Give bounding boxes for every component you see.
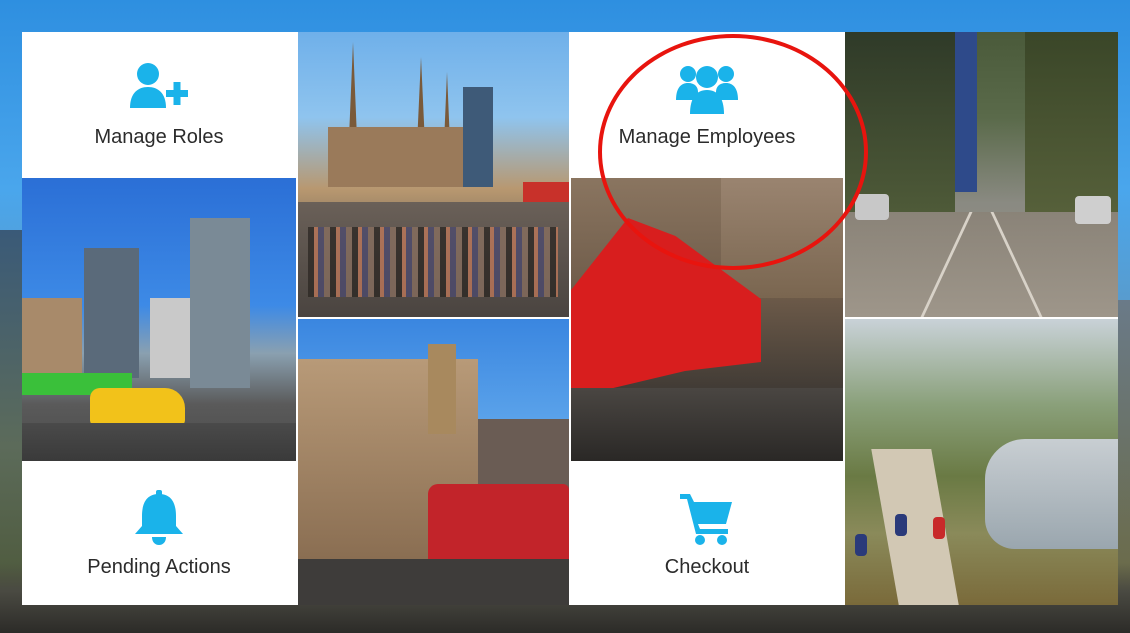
shopping-cart-icon <box>680 493 732 545</box>
yarra-skyline-taxi-photo <box>22 178 296 461</box>
user-plus-icon <box>130 62 188 108</box>
pending-actions-label: Pending Actions <box>87 555 231 578</box>
town-hall-tram-photo <box>298 319 569 605</box>
background-right-edge <box>1116 300 1130 600</box>
pending-actions-tile[interactable]: Pending Actions <box>22 463 296 605</box>
background-left-edge <box>0 230 22 590</box>
manage-employees-tile[interactable]: Manage Employees <box>571 32 843 176</box>
tram-tracks-avenue-photo <box>845 32 1118 317</box>
river-cycling-path-photo <box>845 319 1118 605</box>
manage-roles-tile[interactable]: Manage Roles <box>22 32 296 176</box>
checkout-label: Checkout <box>664 555 750 578</box>
manage-employees-label: Manage Employees <box>618 125 796 148</box>
arts-centre-red-sign-photo <box>571 178 843 461</box>
dashboard-panel: Manage Roles Manage Employees Pending Ac… <box>22 32 1118 605</box>
flinders-street-crowd-photo <box>298 32 569 317</box>
bell-icon <box>135 489 183 545</box>
checkout-tile[interactable]: Checkout <box>571 463 843 605</box>
users-group-icon <box>676 65 738 114</box>
manage-roles-label: Manage Roles <box>94 125 224 148</box>
